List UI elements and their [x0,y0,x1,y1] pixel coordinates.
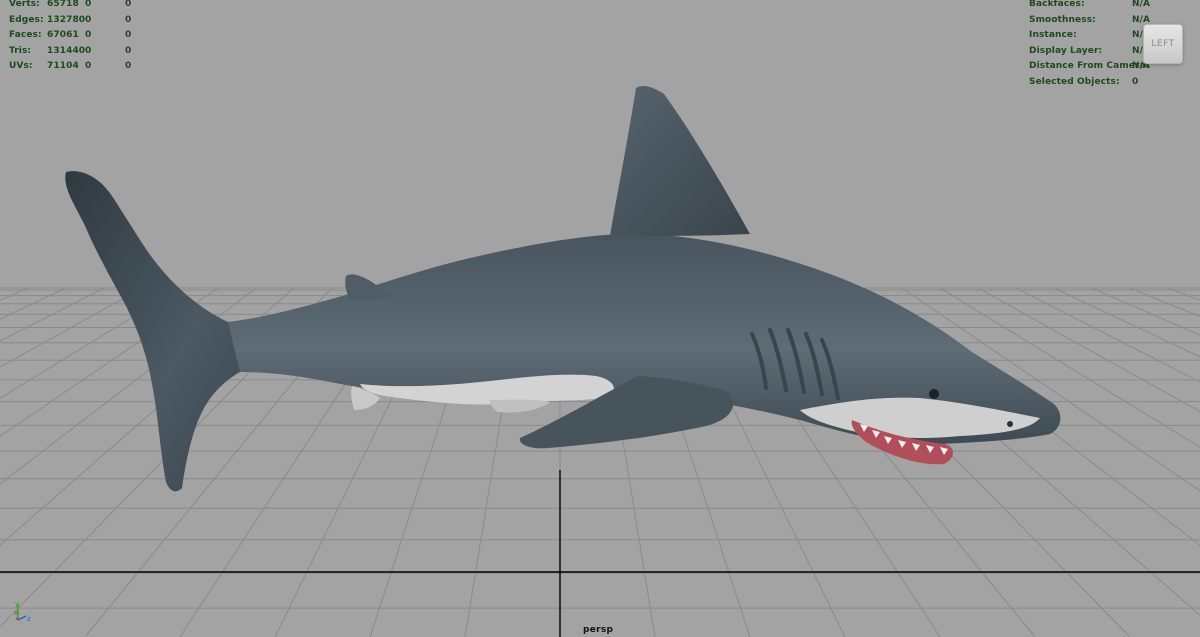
poly-count-row: Tris: 1314400 0 [9,44,145,60]
poly-count-v3: 0 [125,14,132,25]
axis-x-label: x [14,609,18,617]
object-detail-label: Backfaces: [1029,0,1085,9]
camera-name-label: persp [583,625,614,635]
grid-line-depth [0,287,29,301]
object-detail-row: Selected Objects: 0 [1029,75,1150,91]
shark-eye [929,389,939,399]
poly-count-v2: 0 [85,61,92,71]
shark-dorsal-fin[interactable] [610,86,750,236]
grid-line-depth [1053,287,1200,358]
shark-tail-fin[interactable] [65,171,246,492]
shark-nostril [1007,421,1013,427]
object-detail-row: Instance: N/A [1029,28,1150,44]
object-detail-label: Smoothness: [1029,14,1096,25]
poly-count-hud: Verts: 65718 0 0 Edges: 1327800 0 Faces: 67061 0 0… [9,0,145,75]
grid-line-depth [0,287,105,342]
object-detail-row: Backfaces: N/A [1029,0,1150,13]
poly-count-v1: 65718 [47,0,79,9]
poly-count-v2: 0 [85,30,92,40]
poly-count-v1: 67061 [47,30,79,40]
grid-line-depth [1091,287,1200,336]
object-detail-row: Distance From Camera:N/A [1029,59,1150,75]
object-detail-value: N/A [1132,0,1151,9]
object-detail-label: Distance From Camera: [1029,61,1150,71]
grid-line-depth [977,287,1200,413]
poly-count-label: Edges: [9,14,44,25]
poly-count-label: UVs: [9,61,33,71]
shark-model[interactable] [65,86,1061,492]
axis-y-label: y [15,600,19,608]
object-details-hud: Backfaces: N/A Smoothness: N/A Instance: N/A D… [1029,0,1150,90]
poly-count-v3: 0 [125,45,132,56]
poly-count-label: Faces: [9,30,42,40]
grid-line-depth [0,287,143,368]
poly-count-v2: 0 [85,14,92,25]
poly-count-row: Verts: 65718 0 0 [9,0,145,13]
poly-count-label: Verts: [9,0,40,9]
poly-count-v1: 131440 [47,45,86,56]
grid-line-depth [0,287,67,320]
grid-line-depth [1015,287,1200,383]
poly-count-label: Tris: [9,45,32,56]
poly-count-v3: 0 [125,0,132,9]
poly-count-row: Faces: 67061 0 0 [9,28,145,44]
viewport-scene[interactable] [0,0,1200,637]
object-detail-row: Display Layer: N/A [1029,44,1150,60]
shark-anal-fin[interactable] [490,399,550,413]
poly-count-v3: 0 [125,61,132,71]
axis-gizmo: y x z [14,600,31,623]
poly-count-row: Edges: 1327800 0 [9,13,145,29]
poly-count-v3: 0 [125,30,132,40]
object-detail-label: Display Layer: [1029,45,1103,56]
object-detail-value: N/A [1132,14,1151,25]
grid-line-depth [1167,287,1200,301]
axis-z-label: z [27,615,31,623]
poly-count-v1: 132780 [47,14,86,25]
poly-count-v2: 0 [85,0,92,9]
poly-count-v1: 71104 [47,61,79,71]
object-detail-row: Smoothness: N/A [1029,13,1150,29]
object-detail-label: Instance: [1029,30,1077,40]
object-detail-value: 0 [1132,76,1139,87]
view-cube[interactable]: LEFT [1143,24,1183,64]
axis-z-line [17,615,27,621]
viewport-panel[interactable]: Verts: 65718 0 0 Edges: 1327800 0 Faces: 67061 0 0… [0,0,1200,637]
poly-count-row: UVs: 71104 0 0 [9,59,145,75]
object-detail-label: Selected Objects: [1029,76,1120,87]
poly-count-v2: 0 [85,45,92,56]
